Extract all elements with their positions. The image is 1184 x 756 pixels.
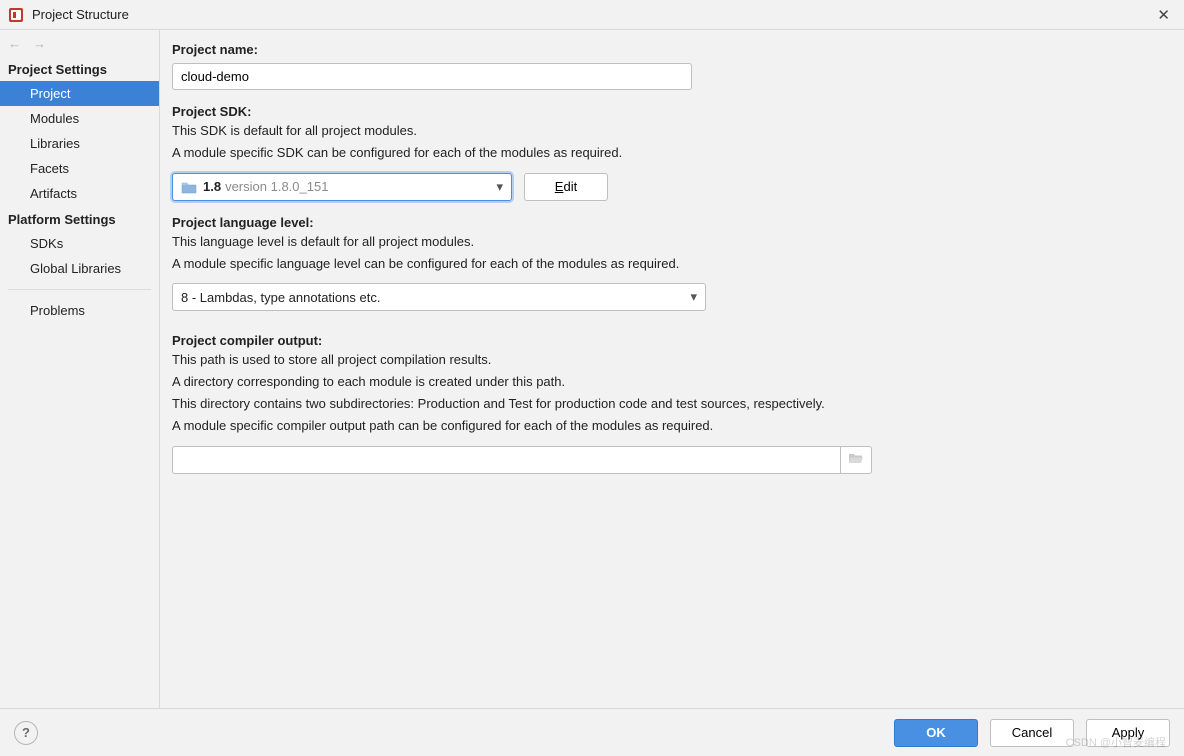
sidebar-item-global-libraries[interactable]: Global Libraries — [0, 256, 159, 281]
project-name-input[interactable] — [172, 63, 692, 90]
cancel-button[interactable]: Cancel — [990, 719, 1074, 747]
output-desc-1: This path is used to store all project c… — [172, 351, 1160, 370]
sidebar-item-facets[interactable]: Facets — [0, 156, 159, 181]
browse-button[interactable] — [840, 446, 872, 474]
sidebar-separator — [8, 289, 151, 290]
content: Project name: Project SDK: This SDK is d… — [160, 30, 1184, 708]
output-desc-4: A module specific compiler output path c… — [172, 417, 1160, 436]
close-icon[interactable]: ✕ — [1151, 2, 1176, 28]
sidebar-item-libraries[interactable]: Libraries — [0, 131, 159, 156]
folder-icon — [181, 180, 197, 194]
language-level-select[interactable]: 8 - Lambdas, type annotations etc. ▾ — [172, 283, 706, 311]
output-desc-3: This directory contains two subdirectori… — [172, 395, 1160, 414]
sidebar-item-sdks[interactable]: SDKs — [0, 231, 159, 256]
lang-desc-1: This language level is default for all p… — [172, 233, 1160, 252]
app-icon — [8, 7, 24, 23]
lang-desc-2: A module specific language level can be … — [172, 255, 1160, 274]
language-level-value: 8 - Lambdas, type annotations etc. — [181, 290, 380, 305]
chevron-down-icon: ▾ — [496, 179, 503, 195]
sidebar-item-artifacts[interactable]: Artifacts — [0, 181, 159, 206]
sdk-label: Project SDK: — [172, 104, 1160, 119]
sdk-select[interactable]: 1.8 version 1.8.0_151 ▾ — [172, 173, 512, 201]
apply-button[interactable]: Apply — [1086, 719, 1170, 747]
sidebar-item-problems[interactable]: Problems — [0, 298, 159, 323]
sdk-desc-2: A module specific SDK can be configured … — [172, 144, 1160, 163]
forward-icon[interactable]: → — [33, 36, 46, 51]
help-button[interactable]: ? — [14, 721, 38, 745]
window-title: Project Structure — [32, 7, 129, 22]
sidebar-section-project: Project Settings — [0, 56, 159, 81]
chevron-down-icon: ▾ — [690, 289, 697, 305]
output-label: Project compiler output: — [172, 333, 1160, 348]
sidebar-item-modules[interactable]: Modules — [0, 106, 159, 131]
output-desc-2: A directory corresponding to each module… — [172, 373, 1160, 392]
sdk-desc-1: This SDK is default for all project modu… — [172, 122, 1160, 141]
sidebar-section-platform: Platform Settings — [0, 206, 159, 231]
sdk-version: version 1.8.0_151 — [225, 179, 328, 194]
back-icon[interactable]: ← — [8, 36, 21, 51]
sidebar-item-project[interactable]: Project — [0, 81, 159, 106]
folder-open-icon — [848, 451, 864, 468]
sdk-major: 1.8 — [203, 179, 221, 194]
footer: ? OK Cancel Apply CSDN @小智麦编程 — [0, 708, 1184, 756]
project-name-label: Project name: — [172, 42, 1160, 57]
sidebar: ← → Project Settings Project Modules Lib… — [0, 30, 160, 708]
titlebar: Project Structure ✕ — [0, 0, 1184, 30]
lang-level-label: Project language level: — [172, 215, 1160, 230]
ok-button[interactable]: OK — [894, 719, 978, 747]
compiler-output-input[interactable] — [172, 446, 840, 474]
edit-button[interactable]: Edit — [524, 173, 608, 201]
